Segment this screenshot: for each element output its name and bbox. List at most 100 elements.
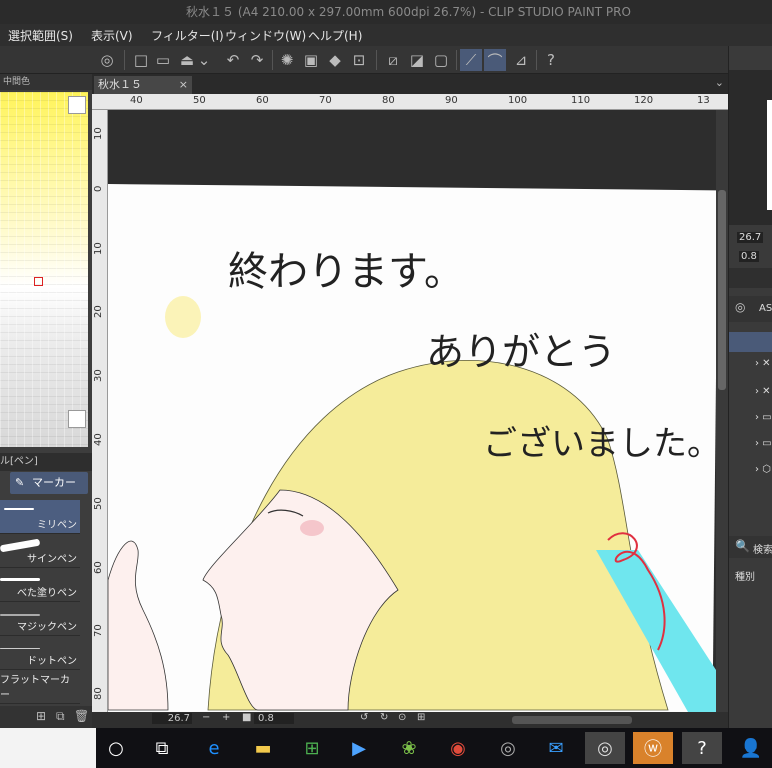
invert-icon[interactable]: ◪ bbox=[406, 49, 428, 71]
ruler-label: 120 bbox=[634, 95, 654, 106]
menu-filter[interactable]: フィルター(I) bbox=[151, 27, 224, 44]
chrome-icon[interactable]: ◉ bbox=[438, 732, 478, 764]
brush-stroke-preview bbox=[0, 614, 40, 616]
document-tab[interactable]: 秋水１５ × bbox=[94, 76, 192, 94]
brush-label: べた塗りペン bbox=[17, 588, 77, 599]
menu-selection[interactable]: 選択範囲(S) bbox=[8, 27, 73, 44]
open-folder-icon[interactable]: ▭ bbox=[152, 49, 174, 71]
start-icon[interactable]: ○ bbox=[96, 732, 136, 764]
brush-item-sign[interactable]: サインペン bbox=[0, 534, 80, 568]
task-view-icon[interactable]: ⧉ bbox=[142, 732, 182, 764]
brush-label: ドットペン bbox=[27, 656, 77, 667]
edge-icon[interactable]: e bbox=[194, 732, 234, 764]
tree-item[interactable]: › ✕ bbox=[755, 358, 771, 369]
taskbar-search-area[interactable] bbox=[0, 728, 96, 768]
tree-item[interactable]: › ▭ bbox=[755, 438, 772, 449]
ruler-label: 10 bbox=[93, 242, 104, 255]
navigator-preview bbox=[729, 70, 772, 225]
brush-label: ミリペン bbox=[37, 520, 77, 531]
yellow-dot bbox=[165, 296, 201, 338]
snap-ruler-icon[interactable]: ⟋ bbox=[460, 49, 482, 71]
transform-icon[interactable]: ⊡ bbox=[348, 49, 370, 71]
clip-studio-icon[interactable]: ◎ bbox=[585, 732, 625, 764]
ruler-label: 40 bbox=[130, 95, 143, 106]
crop-icon[interactable]: ⧄ bbox=[382, 49, 404, 71]
tree-item[interactable]: › ▭ bbox=[755, 412, 772, 423]
brush-item-milli[interactable]: ミリペン bbox=[0, 500, 80, 534]
material-tabs bbox=[729, 268, 772, 288]
clip-studio-icon[interactable]: ◎ bbox=[96, 49, 118, 71]
brush-list: ミリペン サインペン べた塗りペン マジックペン ドットペン フラットマーカー bbox=[0, 500, 80, 704]
canvas-workspace[interactable]: 終わります。 ありがとう ございました。 bbox=[108, 110, 716, 712]
folder-icon[interactable]: ▬ bbox=[243, 732, 283, 764]
rotate-right-icon[interactable]: ↻ bbox=[380, 712, 388, 723]
menu-window[interactable]: ウィンドウ(W) bbox=[225, 27, 306, 44]
chevron-down-icon[interactable]: ⌄ bbox=[198, 49, 211, 71]
clear-icon[interactable]: ▣ bbox=[300, 49, 322, 71]
canvas-vertical-scrollbar[interactable] bbox=[716, 110, 728, 712]
snap-special-icon[interactable]: ⌒ bbox=[484, 49, 506, 71]
separator bbox=[124, 50, 125, 70]
intermediate-color-grid[interactable] bbox=[0, 92, 88, 447]
new-file-icon[interactable]: □ bbox=[130, 49, 152, 71]
copy-subtool-icon[interactable]: ⧉ bbox=[56, 709, 65, 724]
mail-icon[interactable]: ✉ bbox=[536, 732, 576, 764]
brush-item-flat-marker[interactable]: フラットマーカー bbox=[0, 670, 80, 704]
rotate-left-icon[interactable]: ↺ bbox=[360, 712, 368, 723]
deselect-icon[interactable]: ✺ bbox=[276, 49, 298, 71]
wacom-icon[interactable]: ⓦ bbox=[633, 732, 673, 764]
material-search[interactable]: 🔍 検索 bbox=[729, 536, 772, 558]
close-icon[interactable]: × bbox=[179, 76, 188, 94]
undo-icon[interactable]: ↶ bbox=[222, 49, 244, 71]
brush-item-magic[interactable]: マジックペン bbox=[0, 602, 80, 636]
menu-help[interactable]: ヘルプ(H) bbox=[308, 27, 362, 44]
zoom-out-icon[interactable]: − bbox=[202, 712, 210, 723]
clip-paint-icon[interactable]: ? bbox=[682, 732, 722, 764]
brush-stroke-preview bbox=[4, 508, 34, 510]
new-subtool-icon[interactable]: ⊞ bbox=[36, 709, 46, 723]
scroll-thumb[interactable] bbox=[718, 190, 726, 390]
app-green-icon[interactable]: ❀ bbox=[389, 732, 429, 764]
brush-label: サインペン bbox=[27, 554, 77, 565]
media-icon[interactable]: ▶ bbox=[339, 732, 379, 764]
tab-marker[interactable]: ✎ マーカー bbox=[10, 472, 88, 494]
menu-bar: 選択範囲(S) 表示(V) フィルター(I) ウィンドウ(W) ヘルプ(H) bbox=[0, 24, 772, 46]
navigator-zoom[interactable]: 26.7 bbox=[737, 232, 764, 243]
corner-swatch-top[interactable] bbox=[68, 96, 86, 114]
chevron-down-icon[interactable]: ⌄ bbox=[715, 76, 724, 89]
left-panel-footer: ⊞ ⧉ 🗑 bbox=[0, 706, 92, 728]
brush-item-solid[interactable]: べた塗りペン bbox=[0, 568, 80, 602]
ruler-label: 30 bbox=[93, 369, 104, 382]
subtool-tabs: ✎ マーカー bbox=[0, 472, 92, 496]
trash-icon[interactable]: 🗑 bbox=[74, 709, 89, 723]
zoom-field[interactable]: 26.7 bbox=[152, 713, 192, 724]
navigator-angle[interactable]: 0.8 bbox=[739, 251, 759, 262]
fill-icon[interactable]: ◆ bbox=[324, 49, 346, 71]
save-icon[interactable]: ⏏ bbox=[176, 49, 198, 71]
search-label: 検索 bbox=[753, 545, 772, 556]
ruler-label: 60 bbox=[256, 95, 269, 106]
flip-icon[interactable]: ⊞ bbox=[417, 712, 425, 723]
store-icon[interactable]: ⊞ bbox=[292, 732, 332, 764]
selected-swatch-marker bbox=[34, 277, 43, 286]
zoom-in-icon[interactable]: + bbox=[222, 712, 230, 723]
snap-grid-icon[interactable]: ⊿ bbox=[510, 49, 532, 71]
people-icon[interactable]: 👤 bbox=[731, 732, 771, 764]
tree-item[interactable]: › ✕ bbox=[755, 386, 771, 397]
disc-app-icon[interactable]: ◎ bbox=[488, 732, 528, 764]
separator bbox=[456, 50, 457, 70]
angle-field[interactable]: 0.8 bbox=[254, 713, 294, 724]
redo-icon[interactable]: ↷ bbox=[246, 49, 268, 71]
mask-icon[interactable]: ▢ bbox=[430, 49, 452, 71]
menu-view[interactable]: 表示(V) bbox=[91, 27, 133, 44]
brush-item-dot[interactable]: ドットペン bbox=[0, 636, 80, 670]
clip-studio-icon: ◎ bbox=[735, 300, 746, 314]
text-line1: 終わります。 bbox=[228, 249, 464, 295]
reset-rotation-icon[interactable]: ⊙ bbox=[398, 712, 406, 723]
horizontal-scrollbar[interactable] bbox=[512, 716, 632, 724]
corner-swatch-bottom[interactable] bbox=[68, 410, 86, 428]
tree-item[interactable]: › ⬡ bbox=[755, 464, 771, 475]
help-icon[interactable]: ? bbox=[540, 49, 562, 71]
rotate-icon[interactable]: ■ bbox=[242, 712, 251, 723]
material-tree-root[interactable] bbox=[729, 332, 772, 352]
